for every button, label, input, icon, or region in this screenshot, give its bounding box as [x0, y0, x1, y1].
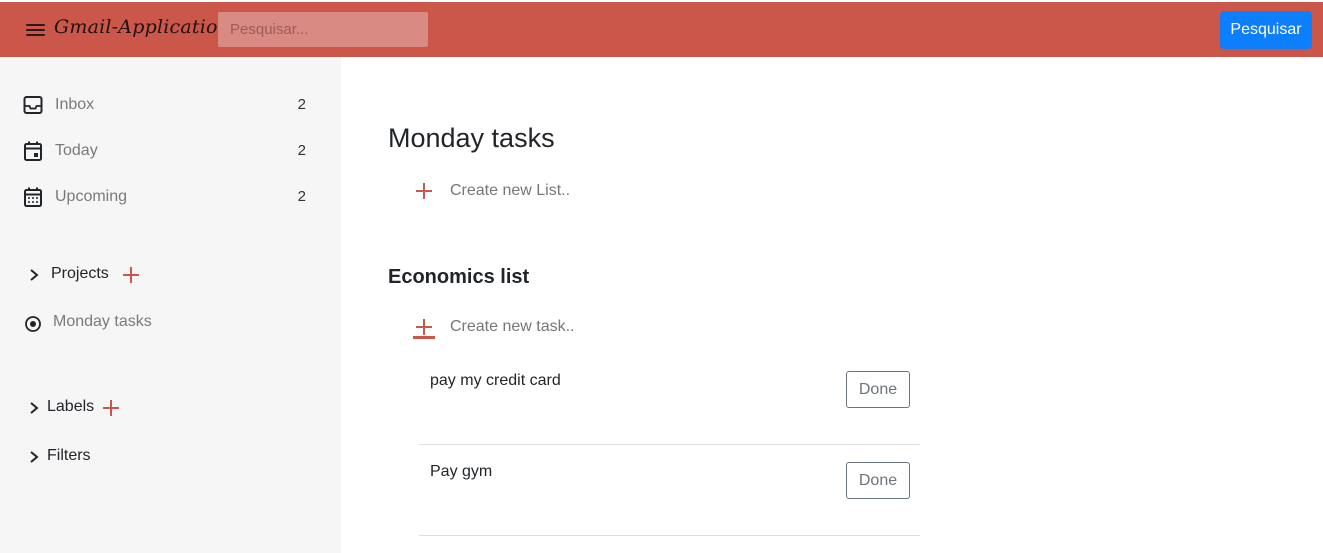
labels-label: Labels	[47, 398, 95, 415]
chevron-right-icon	[30, 269, 39, 281]
task-text: pay my credit card	[430, 372, 561, 389]
app-title: Gmail-Application	[54, 16, 231, 38]
done-button[interactable]: Done	[846, 371, 910, 408]
add-project-icon[interactable]	[123, 267, 139, 283]
sidebar-item-label: Upcoming	[55, 188, 128, 205]
create-task-underline	[413, 336, 435, 339]
sidebar-item-label: Inbox	[55, 96, 95, 113]
app-header: Gmail-Application Pesquisar	[0, 2, 1323, 57]
plus-icon	[416, 319, 432, 335]
labels-toggle[interactable]: Labels	[28, 395, 98, 421]
sidebar-item-upcoming[interactable]: Upcoming 2	[22, 184, 312, 210]
sidebar-item-count: 2	[297, 142, 306, 159]
sidebar-item-today[interactable]: Today 2	[22, 138, 312, 164]
inbox-icon	[23, 96, 43, 114]
page-title: Monday tasks	[388, 123, 555, 153]
chevron-right-icon	[30, 402, 39, 414]
list-title: Economics list	[388, 266, 530, 288]
sidebar-item-monday-tasks[interactable]: Monday tasks	[22, 309, 312, 335]
sidebar: Inbox 2 Today 2 Upcoming 2 Projects Mond…	[0, 57, 341, 553]
chevron-right-icon	[30, 451, 39, 463]
task-item: Pay gym Done	[419, 445, 920, 536]
sidebar-item-inbox[interactable]: Inbox 2	[22, 92, 312, 118]
search-button[interactable]: Pesquisar	[1220, 11, 1312, 49]
calendar-upcoming-icon	[24, 187, 42, 207]
create-list-label: Create new List..	[450, 182, 571, 199]
radio-dot-icon	[25, 316, 41, 332]
create-task-button[interactable]: Create new task..	[416, 314, 596, 340]
projects-label: Projects	[51, 265, 109, 282]
hamburger-menu-icon[interactable]	[26, 22, 46, 38]
task-item: pay my credit card Done	[419, 354, 920, 445]
sidebar-item-count: 2	[297, 188, 306, 205]
filters-toggle[interactable]: Filters	[28, 444, 98, 470]
sidebar-item-label: Today	[55, 142, 98, 159]
filters-label: Filters	[47, 447, 91, 464]
done-button[interactable]: Done	[846, 462, 910, 499]
add-label-icon[interactable]	[103, 400, 119, 416]
calendar-today-icon	[24, 141, 42, 161]
search-input[interactable]	[218, 12, 428, 47]
sidebar-item-count: 2	[297, 96, 306, 113]
create-task-label: Create new task..	[450, 318, 575, 335]
sidebar-item-label: Monday tasks	[53, 313, 152, 330]
plus-icon	[416, 183, 432, 199]
create-list-button[interactable]: Create new List..	[416, 178, 596, 204]
task-text: Pay gym	[430, 463, 493, 480]
